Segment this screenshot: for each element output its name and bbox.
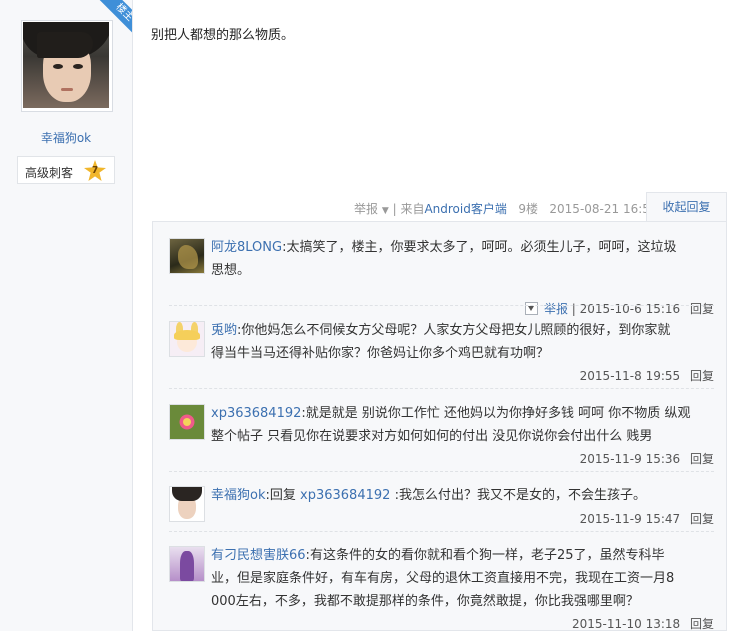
reply-author[interactable]: 兎哟 [211,323,237,338]
reply-footer: 2015-11-8 19:55 回复 [580,367,714,384]
dropdown-icon[interactable] [524,302,538,315]
reply-button[interactable]: 回复 [690,369,714,383]
reply-line: 思想。 [211,263,251,278]
reply-line: 业，但是家庭条件好，有车有房，父母的退休工资直接用不完，我现在工资一月8 [211,571,675,586]
avatar-image [23,22,109,108]
reply-time: 2015-11-9 15:47 [579,512,681,526]
divider [169,471,714,472]
reply-avatar[interactable] [169,404,205,440]
reply-line: 得当牛当马还得补贴你家？你爸妈让你多个鸡巴就有功啊？ [211,346,550,361]
reply-text: xp363684192:就是就是 别说你工作忙 还他妈以为你挣好多钱 呵呵 你不… [211,406,691,444]
reply-avatar[interactable] [169,321,205,357]
reply-time: 2015-11-10 13:18 [572,617,681,631]
reply-line: 有这条件的女的看你就和看个狗一样，老子25了，虽然专科毕 [309,548,665,563]
author-avatar[interactable] [21,20,113,112]
reply-author[interactable]: 有刁民想害朕66 [211,548,306,563]
post-content: 别把人都想的那么物质。 [151,28,295,43]
rank-badge[interactable]: 高级刺客 7 [17,156,115,184]
reply-avatar[interactable] [169,238,205,274]
reply-avatar[interactable] [169,546,205,582]
author-name[interactable]: 幸福狗ok [0,129,132,146]
reply-author[interactable]: 幸福狗ok [211,488,265,503]
floor-number: 9楼 [518,202,538,216]
reply-line: 000左右，不多，我都不敢提那样的条件，你竟然敢提，你比我强哪里啊？ [211,594,639,609]
reply-avatar[interactable] [169,486,205,522]
reply-button[interactable]: 回复 [690,452,714,466]
reply-word: 回复 [269,488,296,503]
reply-author[interactable]: 阿龙8LONG [211,240,282,255]
reply-footer: 2015-11-9 15:47 回复 [580,510,714,527]
rank-label: 高级刺客 [25,166,74,180]
chevron-down-icon: ▼ [381,206,389,216]
reply-button[interactable]: 回复 [690,512,714,526]
author-sidebar: 楼主 幸福狗ok 高级刺客 7 [0,0,133,631]
reply-footer: 2015-11-10 13:18 回复 [572,615,714,632]
reply-line: 就是就是 别说你工作忙 还他妈以为你挣好多钱 呵呵 你不物质 纵观 [305,406,691,421]
reply-footer: 举报 | 2015-10-6 15:16 回复 [524,300,714,317]
reply-author[interactable]: xp363684192 [211,406,301,421]
divider [169,388,714,389]
collapse-replies-button[interactable]: 收起回复 [646,192,727,222]
report-link[interactable]: 举报 [354,202,378,216]
rank-level: 7 [91,165,99,176]
reply-footer: 2015-11-9 15:36 回复 [580,450,714,467]
reply-time: 2015-11-9 15:36 [579,452,681,466]
reply-target[interactable]: xp363684192 [300,488,390,503]
reply-text: 阿龙8LONG:太搞笑了，楼主，你要求太多了，呵呵。必须生儿子，呵呵，这垃圾 思… [211,240,677,278]
reply-text: 幸福狗ok:回复 xp363684192 :我怎么付出？我又不是女的，不会生孩子… [211,488,646,503]
reply-time: 2015-11-8 19:55 [579,369,681,383]
post-time: 2015-08-21 16:53 [549,202,658,216]
reply-text: 兎哟:你他妈怎么不伺候女方父母呢？人家女方父母把女儿照顾的很好，到你家就 得当牛… [211,323,671,361]
reply-line: :我怎么付出？我又不是女的，不会生孩子。 [394,488,646,503]
reply-line: 整个帖子 只看见你在说要求对方如何如何的付出 没见你说你会付出什么 贱男 [211,429,653,444]
divider [169,305,714,306]
reply-panel: 阿龙8LONG:太搞笑了，楼主，你要求太多了，呵呵。必须生儿子，呵呵，这垃圾 思… [152,221,727,631]
star-icon: 7 [84,160,106,181]
reply-button[interactable]: 回复 [690,617,714,631]
reply-line: 你他妈怎么不伺候女方父母呢？人家女方父母把女儿照顾的很好，到你家就 [241,323,671,338]
reply-text: 有刁民想害朕66:有这条件的女的看你就和看个狗一样，老子25了，虽然专科毕 业，… [211,548,675,609]
source-link[interactable]: Android客户端 [424,202,506,216]
post-meta: 举报 ▼ | 来自Android客户端 9楼 2015-08-21 16:53 [354,200,658,217]
source-prefix: | 来自 [392,202,425,216]
reply-line: 太搞笑了，楼主，你要求太多了，呵呵。必须生儿子，呵呵，这垃圾 [286,240,677,255]
divider [169,531,714,532]
